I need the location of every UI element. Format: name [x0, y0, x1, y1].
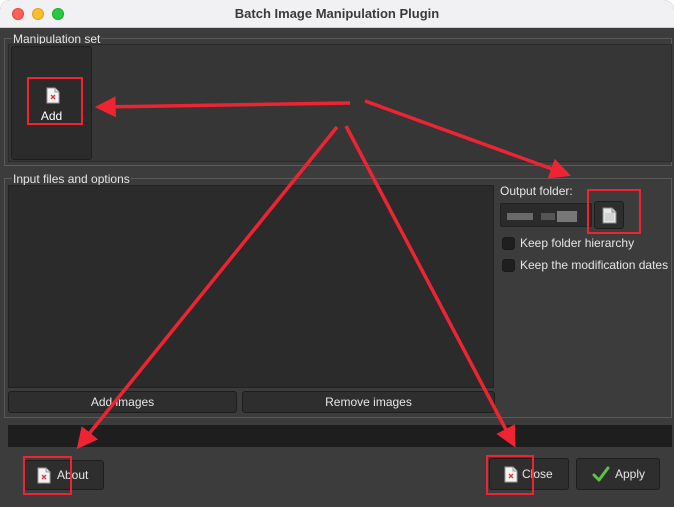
- path-redacted-segment: [507, 213, 533, 220]
- annotation-box-close: [486, 455, 534, 495]
- input-file-list[interactable]: [8, 185, 494, 388]
- output-folder-path[interactable]: [500, 203, 592, 227]
- annotation-box-add: [27, 77, 83, 125]
- add-images-button[interactable]: Add images: [8, 391, 237, 413]
- keep-dates-checkbox[interactable]: [502, 259, 515, 272]
- keep-hierarchy-label: Keep folder hierarchy: [520, 236, 635, 250]
- apply-label: Apply: [615, 467, 646, 481]
- checkmark-icon: [592, 466, 610, 482]
- output-folder-label: Output folder:: [500, 184, 573, 198]
- window-title: Batch Image Manipulation Plugin: [234, 6, 440, 21]
- annotation-box-browse: [587, 189, 641, 234]
- keep-dates-label: Keep the modification dates: [520, 258, 669, 272]
- remove-images-button[interactable]: Remove images: [242, 391, 495, 413]
- title-bar: Batch Image Manipulation Plugin: [0, 0, 674, 28]
- bimp-window: Batch Image Manipulation Plugin Manipula…: [0, 0, 674, 507]
- input-files-label: Input files and options: [12, 172, 131, 186]
- path-redacted-segment: [541, 213, 555, 220]
- keep-hierarchy-checkbox[interactable]: [502, 237, 515, 250]
- progress-bar: [8, 425, 672, 447]
- path-redacted-segment: [557, 211, 577, 222]
- annotation-box-about: [23, 456, 72, 495]
- manipulation-list: [8, 44, 672, 162]
- apply-button[interactable]: Apply: [576, 458, 660, 490]
